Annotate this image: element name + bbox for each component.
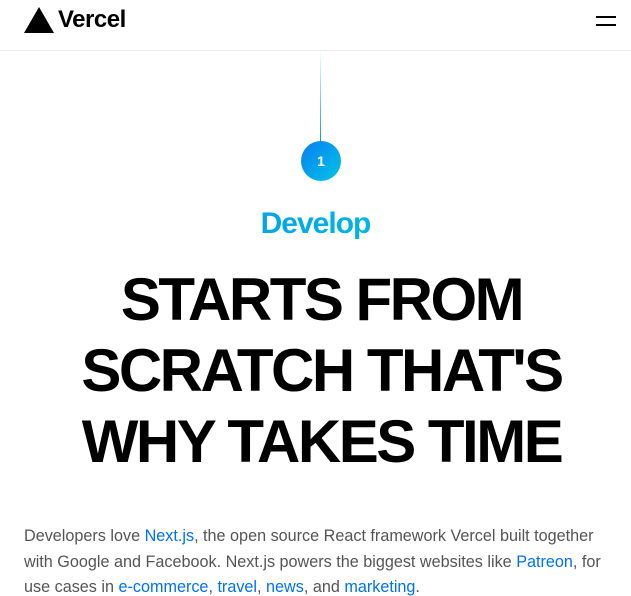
headline-line-2: SCRATCH THAT'S: [81, 337, 564, 404]
step-connector-line: [320, 51, 321, 143]
page: Vercel 1 Develop STARTS FROM SCRATCH THA…: [0, 0, 631, 596]
vercel-logo[interactable]: Vercel: [24, 7, 126, 33]
step-title: Develop: [0, 206, 631, 242]
patreon-link[interactable]: Patreon: [516, 553, 573, 571]
brand-name: Vercel: [58, 6, 126, 33]
hero-headline: STARTS FROM SCRATCH THAT'S WHY TAKES TIM…: [40, 264, 603, 477]
desc-text: ,: [257, 578, 267, 596]
headline-line-3: WHY TAKES TIME: [81, 408, 564, 475]
news-link[interactable]: news: [266, 578, 304, 596]
ecommerce-link[interactable]: e-commerce: [118, 578, 208, 596]
description-paragraph: Developers love Next.js, the open source…: [24, 524, 616, 596]
marketing-link[interactable]: marketing: [344, 578, 415, 596]
menu-bar-top: [596, 16, 616, 18]
nextjs-link[interactable]: Next.js: [145, 527, 194, 545]
desc-text: .: [415, 578, 420, 596]
travel-link[interactable]: travel: [217, 578, 257, 596]
headline-line-1: STARTS FROM: [120, 266, 525, 333]
site-header: Vercel: [0, 0, 631, 51]
desc-text: Developers love: [24, 527, 145, 545]
vercel-triangle-icon: [24, 7, 54, 33]
menu-bar-bottom: [596, 24, 616, 26]
hamburger-menu-icon[interactable]: [590, 10, 622, 30]
desc-text: , and: [303, 578, 345, 596]
step-number-badge: 1: [301, 141, 341, 181]
